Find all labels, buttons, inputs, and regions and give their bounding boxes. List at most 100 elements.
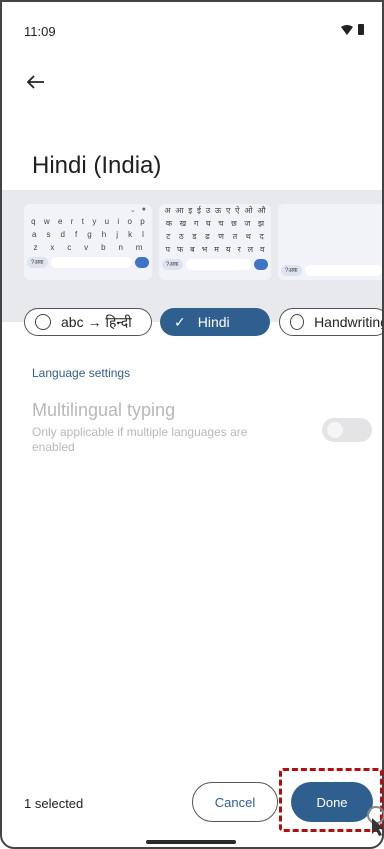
key: य [225,245,231,254]
keyboard-bottom-bar: ?अक [278,262,382,278]
symbols-key: ?अक [281,264,302,276]
key: झ [258,219,265,228]
keyboard-preview-hindi[interactable]: अआइईउऊएऐओऔ कखगघचछजझ टठडढणतथद पफबभमयरलव ?… [159,204,271,280]
symbols-key: ?अक [27,256,48,268]
key: n [118,243,123,252]
multilingual-typing-subtitle: Only applicable if multiple languages ar… [32,425,248,454]
key: e [58,217,63,226]
key: व [260,245,265,254]
key: s [46,230,51,239]
key: m [135,243,143,252]
key-row: पफबभमयरलव [159,243,271,256]
key-row: टठडढणतथद [159,230,271,243]
radio-unchecked-icon [35,314,51,330]
status-bar: 11:09 [2,2,382,54]
key: i [117,217,120,226]
key: क [165,219,172,228]
key: u [104,217,110,226]
mouse-cursor-icon [372,818,384,836]
toggle-knob [327,422,343,438]
keyboard-bottom-bar: ?अक [24,254,152,270]
key: द [259,232,264,241]
key: g [87,230,92,239]
key: f [75,230,78,239]
layout-carousel[interactable]: ⌄ ● qwertyuiop asd fghjkl z x c v b n m ?अक अआइई… [2,190,382,322]
cancel-button[interactable]: Cancel [192,782,278,822]
status-icons [341,24,364,35]
key: इ [188,206,193,215]
home-indicator[interactable] [146,840,236,844]
space-key [304,264,382,276]
layout-chip-label: Hindi [197,314,230,330]
key: अ [164,206,171,215]
key: l [142,230,144,239]
check-icon: ✓ [174,313,186,330]
key: ल [247,245,254,254]
key: ढ [205,232,210,241]
layout-chip-hindi[interactable]: ✓ Hindi [160,308,270,336]
key: w [43,217,50,226]
key: k [128,230,133,239]
keyboard-bottom-bar: ?अक [159,256,271,272]
key: a [32,230,37,239]
key: प [165,245,171,254]
handwriting-area [278,204,382,262]
chevron-down-icon: ⌄ [129,206,136,214]
key: ई [196,206,201,215]
key: ए [225,206,231,215]
key: आ [175,206,184,215]
key: v [84,243,89,252]
key-row: qwertyuiop [24,215,152,228]
layout-chip-label: abc → हिन्दी [61,313,132,330]
enter-key [135,256,149,268]
enter-key [254,258,268,270]
key-row: कखगघचछजझ [159,217,271,230]
key-row: zxcvbnm [24,241,152,254]
key: घ [206,219,211,228]
key: फ [176,245,184,254]
key: ग [193,219,199,228]
key-row: asd fghjkl [24,228,152,241]
key: ट [166,232,171,241]
key: r [70,217,74,226]
space-key [50,256,132,268]
key: c [67,243,72,252]
wifi-icon [341,24,353,35]
key: x [50,243,55,252]
key: च [218,219,224,228]
arrow-back-icon [27,75,44,89]
key: ठ [178,232,184,241]
back-button[interactable] [22,68,50,96]
key: h [101,230,107,239]
key: थ [245,232,251,241]
layout-chip-handwriting[interactable]: Handwriting [279,308,384,336]
section-header: Language settings [32,366,131,380]
layout-chip-transliteration[interactable]: abc → हिन्दी [24,308,152,336]
radio-unchecked-icon [290,314,305,330]
key: ऊ [214,206,222,215]
key: औ [257,206,266,215]
layout-chip-label: Handwriting [314,314,384,330]
phone-screen: 11:09 Hindi (India) ⌄ ● qwertyuiop asd fgh… [0,0,384,849]
battery-icon [358,24,364,35]
key: ब [190,245,195,254]
key: ज [244,219,251,228]
key: ऐ [235,206,240,215]
keyboard-preview-handwriting[interactable]: ?अक [278,204,382,280]
symbols-key: ?अक [162,258,183,270]
keyboard-preview-transliteration[interactable]: ⌄ ● qwertyuiop asd fghjkl z x c v b n m ?अक [24,204,152,280]
key: b [101,243,106,252]
key: ड [192,232,197,241]
key: q [31,217,36,226]
key: ओ [244,206,253,215]
key: भ [201,245,208,254]
space-key [185,258,251,270]
key: ण [218,232,224,241]
selection-count: 1 selected [24,796,84,811]
key: d [60,230,65,239]
mic-icon: ● [141,206,146,213]
key: र [237,245,241,254]
key: म [214,245,219,254]
multilingual-typing-toggle[interactable] [322,418,372,442]
status-time: 11:09 [24,24,56,39]
